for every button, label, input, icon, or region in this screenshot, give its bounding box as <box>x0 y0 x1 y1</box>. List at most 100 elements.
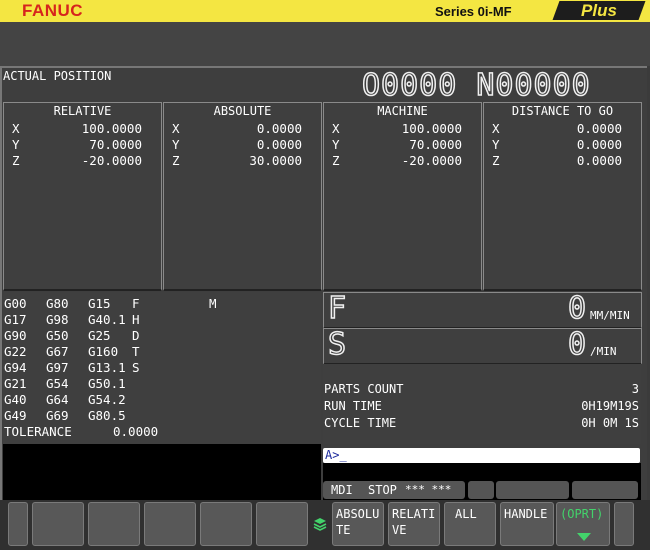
axis-row: Z 0.0000 <box>492 153 622 168</box>
panel-title: MACHINE <box>377 104 428 118</box>
spindle-unit: /MIN <box>590 345 617 358</box>
axis-row: Y 0.0000 <box>172 137 302 152</box>
gcode: G80 <box>46 296 69 311</box>
softkey-label: (OPRT) <box>560 507 604 521</box>
softkey-blank[interactable] <box>200 502 252 546</box>
axis-value: 30.0000 <box>249 153 302 168</box>
machine-panel: MACHINE X 100.0000 Y 70.0000 Z -20.0000 <box>323 102 482 291</box>
layers-icon <box>313 516 327 532</box>
gcode: G54.2 <box>88 392 126 407</box>
gcode: G80.5 <box>88 408 126 423</box>
modal-letter: F <box>132 296 140 311</box>
tolerance-value: 0.0000 <box>113 424 159 439</box>
feed-unit: MM/MIN <box>590 309 630 322</box>
axis-row: Z -20.0000 <box>12 153 142 168</box>
gcode: G40 <box>4 392 27 407</box>
counts-panel: PARTS COUNT 3 RUN TIME 0H19M19S CYCLE TI… <box>323 364 641 444</box>
axis-value: 0.0000 <box>576 153 622 168</box>
axis-value: -20.0000 <box>401 153 462 168</box>
axis-row: X 0.0000 <box>172 121 302 136</box>
status-slot <box>496 481 569 499</box>
axis-label: X <box>332 121 340 136</box>
key-input-line[interactable]: A>_ <box>323 448 640 463</box>
softkey-blank[interactable] <box>144 502 196 546</box>
axis-label: X <box>12 121 20 136</box>
gcode: G17 <box>4 312 27 327</box>
axis-value: 70.0000 <box>409 137 462 152</box>
gcode: G69 <box>46 408 69 423</box>
gcode: G97 <box>46 360 69 375</box>
axis-label: Y <box>332 137 340 152</box>
axis-value: 0.0000 <box>256 137 302 152</box>
gcode: G21 <box>4 376 27 391</box>
screen-title: ACTUAL POSITION <box>3 69 112 83</box>
panel-title: ABSOLUTE <box>213 104 272 118</box>
gcode: G25 <box>88 328 111 343</box>
feed-label: F <box>327 290 348 327</box>
triangle-down-icon <box>577 533 591 541</box>
axis-value: 100.0000 <box>401 121 462 136</box>
feedrate-panel: F 0 MM/MIN <box>323 290 642 329</box>
axis-label: Z <box>12 153 20 168</box>
panel-title: RELATIVE <box>53 104 112 118</box>
axis-label: Z <box>332 153 340 168</box>
series-label: Series 0i-MF <box>435 4 512 19</box>
status-slot <box>572 481 638 499</box>
gcode: G49 <box>4 408 27 423</box>
gcode: G94 <box>4 360 27 375</box>
softkey-label: RELATI VE <box>392 507 436 537</box>
spindle-value: 0 <box>567 326 588 363</box>
gcode: G40.1 <box>88 312 126 327</box>
header-gap <box>0 22 650 66</box>
axis-label: Z <box>172 153 180 168</box>
axis-label: Z <box>492 153 500 168</box>
axis-row: X 0.0000 <box>492 121 622 136</box>
softkey-operation[interactable]: (OPRT) <box>556 502 610 546</box>
absolute-panel: ABSOLUTE X 0.0000 Y 0.0000 Z 30.0000 <box>163 102 322 291</box>
input-prompt: A>_ <box>325 448 347 462</box>
softkey-blank[interactable] <box>32 502 84 546</box>
modal-letter: S <box>132 360 140 375</box>
axis-value: 100.0000 <box>81 121 142 136</box>
softkey-handle[interactable]: HANDLE <box>500 502 554 546</box>
cnc-screen: ACTUAL POSITION O0000 N00000 RELATIVE X 1… <box>0 66 647 550</box>
modal-letter: T <box>132 344 140 359</box>
gcode: G22 <box>4 344 27 359</box>
softkey-label: ALL <box>455 507 477 521</box>
softkey-return[interactable] <box>8 502 28 546</box>
axis-label: X <box>492 121 500 136</box>
softkey-next[interactable] <box>614 502 634 546</box>
modal-letter: D <box>132 328 140 343</box>
softkey-label: HANDLE <box>504 507 548 521</box>
axis-label: Y <box>12 137 20 152</box>
parts-count-label: PARTS COUNT <box>324 382 404 396</box>
gcode: G64 <box>46 392 69 407</box>
softkey-all[interactable]: ALL <box>444 502 496 546</box>
axis-label: Y <box>172 137 180 152</box>
axis-label: Y <box>492 137 500 152</box>
axis-row: X 100.0000 <box>12 121 142 136</box>
softkey-blank[interactable] <box>88 502 140 546</box>
axis-row: Y 70.0000 <box>12 137 142 152</box>
gcode: G54 <box>46 376 69 391</box>
gcode: G50 <box>46 328 69 343</box>
gcode: G160 <box>88 344 119 359</box>
plus-badge: Plus <box>552 1 646 20</box>
state-label: STOP <box>368 483 397 497</box>
axis-row: Z 30.0000 <box>172 153 302 168</box>
program-number: O0000 N00000 <box>361 67 591 104</box>
status-slot <box>468 481 494 499</box>
softkey-blank[interactable] <box>256 502 308 546</box>
softkey-relative[interactable]: RELATI VE <box>388 502 440 546</box>
parts-count-value: 3 <box>631 382 639 396</box>
modal-gcode-panel: G00 G17 G90 G22 G94 G21 G40 G49 G80 G98 … <box>3 292 321 444</box>
axis-row: X 100.0000 <box>332 121 462 136</box>
axis-value: 0.0000 <box>256 121 302 136</box>
alarm-flags: *** *** <box>405 483 452 496</box>
relative-panel: RELATIVE X 100.0000 Y 70.0000 Z -20.0000 <box>3 102 162 291</box>
panel-title: DISTANCE TO GO <box>511 104 614 118</box>
message-area <box>3 444 321 500</box>
cycle-time-value: 0H 0M 1S <box>581 416 639 430</box>
softkey-absolute[interactable]: ABSOLU TE <box>332 502 384 546</box>
m-code-label: M <box>209 296 217 311</box>
